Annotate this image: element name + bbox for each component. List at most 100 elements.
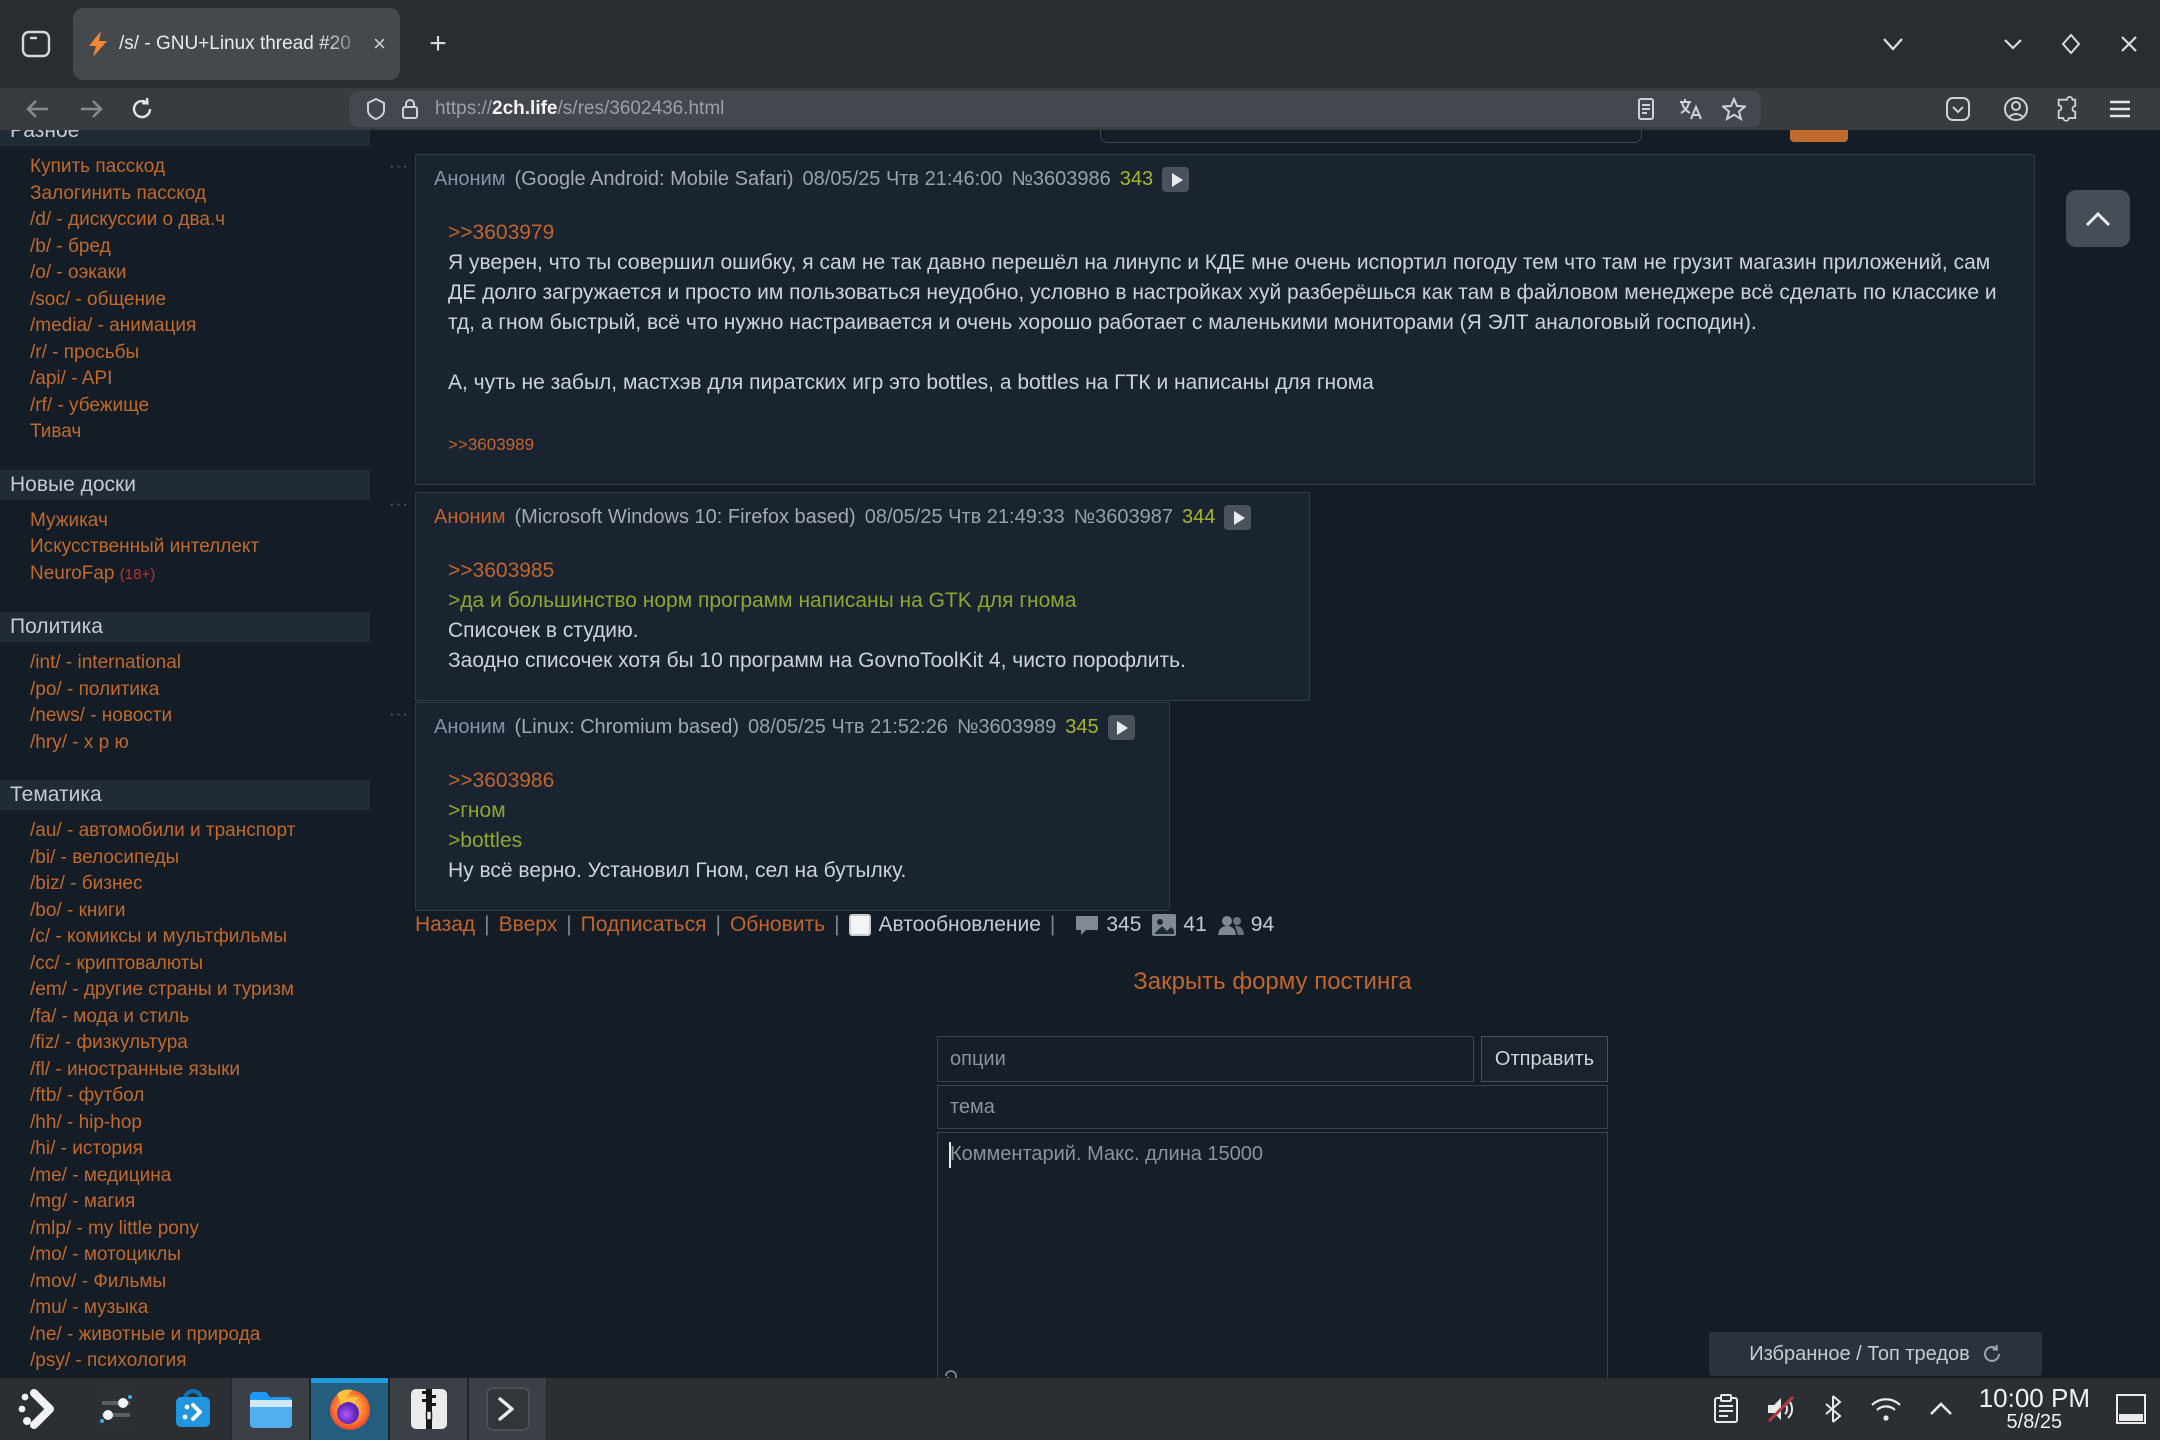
autoupdate-checkbox[interactable]	[849, 914, 871, 936]
taskbar-clock[interactable]: 10:00 PM 5/8/25	[1979, 1385, 2090, 1433]
refresh-icon[interactable]	[1982, 1344, 2002, 1364]
close-icon[interactable]	[2108, 24, 2150, 64]
submit-button[interactable]: Отправить	[1481, 1036, 1608, 1082]
reply-link[interactable]: >>3603989	[448, 435, 534, 454]
options-input[interactable]	[937, 1036, 1474, 1082]
board-link[interactable]: /fiz/ - физкультура	[30, 1030, 370, 1057]
play-post-button[interactable]	[1108, 715, 1135, 740]
board-link[interactable]: Купить пасскод	[30, 154, 370, 181]
new-tab-button[interactable]: +	[418, 22, 458, 66]
task-firefox[interactable]	[310, 1378, 389, 1440]
thread-nav-link[interactable]: Вверх	[499, 913, 558, 936]
play-post-button[interactable]	[1162, 167, 1189, 192]
board-link[interactable]: /c/ - комиксы и мультфильмы	[30, 924, 370, 951]
board-link[interactable]: /mo/ - мотоциклы	[30, 1242, 370, 1269]
post-menu-dots-icon[interactable]: ···	[389, 494, 409, 514]
board-link[interactable]: /media/ - анимация	[30, 313, 370, 340]
board-link[interactable]: Тивач	[30, 419, 370, 446]
forward-icon[interactable]	[72, 92, 112, 126]
board-link[interactable]: /mlp/ - my little pony	[30, 1216, 370, 1243]
board-link[interactable]: /cc/ - криптовалюты	[30, 951, 370, 978]
board-link[interactable]: NeuroFap (18+)	[30, 561, 370, 589]
volume-muted-icon[interactable]	[1765, 1394, 1797, 1424]
close-posting-form-link[interactable]: Закрыть форму постинга	[937, 968, 1608, 996]
reply-link[interactable]: >>3603986	[448, 769, 554, 792]
bookmark-star-icon[interactable]	[1717, 94, 1751, 124]
translate-icon[interactable]	[1673, 94, 1707, 124]
board-link[interactable]: Мужикач	[30, 508, 370, 535]
minimize-icon[interactable]	[1992, 24, 2034, 64]
list-tabs-icon[interactable]	[1872, 24, 1914, 64]
board-link[interactable]: /bi/ - велосипеды	[30, 845, 370, 872]
reply-link[interactable]: >>3603979	[448, 221, 554, 244]
post-menu-dots-icon[interactable]: ···	[389, 156, 409, 176]
board-link[interactable]: /r/ - просьбы	[30, 340, 370, 367]
board-link[interactable]: /me/ - медицина	[30, 1163, 370, 1190]
url-bar[interactable]: https://2ch.life/s/res/3602436.html	[349, 91, 1761, 127]
board-link[interactable]: /mg/ - магия	[30, 1189, 370, 1216]
app-launcher-icon[interactable]	[0, 1378, 77, 1440]
reply-link[interactable]: >>3603985	[448, 559, 554, 582]
account-icon[interactable]	[1996, 92, 2036, 126]
board-link[interactable]: /em/ - другие страны и туризм	[30, 977, 370, 1004]
board-link[interactable]: /po/ - политика	[30, 677, 370, 704]
bluetooth-icon[interactable]	[1823, 1394, 1843, 1424]
board-link[interactable]: /ftb/ - футбол	[30, 1083, 370, 1110]
post-number[interactable]: №3603986	[1011, 168, 1110, 191]
tab-close-icon[interactable]: ×	[373, 33, 386, 55]
board-link[interactable]: /news/ - новости	[30, 703, 370, 730]
post-ordinal[interactable]: 343	[1120, 168, 1153, 191]
post-number[interactable]: №3603987	[1074, 506, 1173, 529]
scroll-to-top-button[interactable]	[2066, 190, 2130, 247]
board-link[interactable]: /fa/ - мода и стиль	[30, 1004, 370, 1031]
board-link[interactable]: /rf/ - убежище	[30, 393, 370, 420]
board-link[interactable]: Залогинить пасскод	[30, 181, 370, 208]
maximize-icon[interactable]	[2050, 24, 2092, 64]
discover-icon[interactable]	[154, 1378, 231, 1440]
favorites-top-threads-button[interactable]: Избранное / Топ тредов	[1709, 1332, 2042, 1376]
thread-nav-link[interactable]: Обновить	[730, 913, 825, 936]
play-post-button[interactable]	[1224, 505, 1251, 530]
menu-icon[interactable]	[2100, 92, 2140, 126]
board-link[interactable]: /psy/ - психология	[30, 1348, 370, 1375]
thread-nav-link[interactable]: Назад	[415, 913, 475, 936]
task-dolphin[interactable]	[231, 1378, 310, 1440]
board-link[interactable]: /int/ - international	[30, 650, 370, 677]
board-link[interactable]: /hi/ - история	[30, 1136, 370, 1163]
post-ordinal[interactable]: 345	[1065, 716, 1098, 739]
board-link[interactable]: /api/ - API	[30, 366, 370, 393]
post-ordinal[interactable]: 344	[1182, 506, 1215, 529]
poster-name[interactable]: Аноним	[434, 168, 505, 191]
board-link[interactable]: /d/ - дискуссии о два.ч	[30, 207, 370, 234]
board-link[interactable]: /au/ - автомобили и транспорт	[30, 818, 370, 845]
board-link[interactable]: /bo/ - книги	[30, 898, 370, 925]
reader-view-icon[interactable]	[1629, 94, 1663, 124]
downloads-icon[interactable]	[1938, 92, 1978, 126]
show-desktop-button[interactable]	[2116, 1394, 2146, 1424]
back-icon[interactable]	[17, 92, 57, 126]
firefox-view-icon[interactable]	[16, 26, 56, 62]
board-link[interactable]: Искусственный интеллект	[30, 534, 370, 561]
board-link[interactable]: /mu/ - музыка	[30, 1295, 370, 1322]
extensions-icon[interactable]	[2048, 92, 2088, 126]
task-konsole[interactable]	[468, 1378, 547, 1440]
board-link[interactable]: /mov/ - Фильмы	[30, 1269, 370, 1296]
poster-name[interactable]: Аноним	[434, 506, 505, 529]
board-link[interactable]: /hh/ - hip-hop	[30, 1110, 370, 1137]
comment-textarea[interactable]	[937, 1132, 1608, 1378]
board-link[interactable]: /ne/ - животные и природа	[30, 1322, 370, 1349]
system-settings-icon[interactable]	[77, 1378, 154, 1440]
task-ark[interactable]	[389, 1378, 468, 1440]
subject-input[interactable]	[937, 1085, 1608, 1129]
board-link[interactable]: /o/ - оэкаки	[30, 260, 370, 287]
thread-nav-link[interactable]: Подписаться	[581, 913, 707, 936]
lock-icon[interactable]	[393, 94, 427, 124]
wifi-icon[interactable]	[1869, 1395, 1903, 1423]
board-link[interactable]: /hry/ - х р ю	[30, 730, 370, 757]
board-link[interactable]: /b/ - бред	[30, 234, 370, 261]
textarea-grip-icon[interactable]	[943, 1368, 959, 1378]
tray-expand-icon[interactable]	[1929, 1402, 1953, 1416]
post-number[interactable]: №3603989	[957, 716, 1056, 739]
board-link[interactable]: /soc/ - общение	[30, 287, 370, 314]
reload-icon[interactable]	[122, 92, 162, 126]
